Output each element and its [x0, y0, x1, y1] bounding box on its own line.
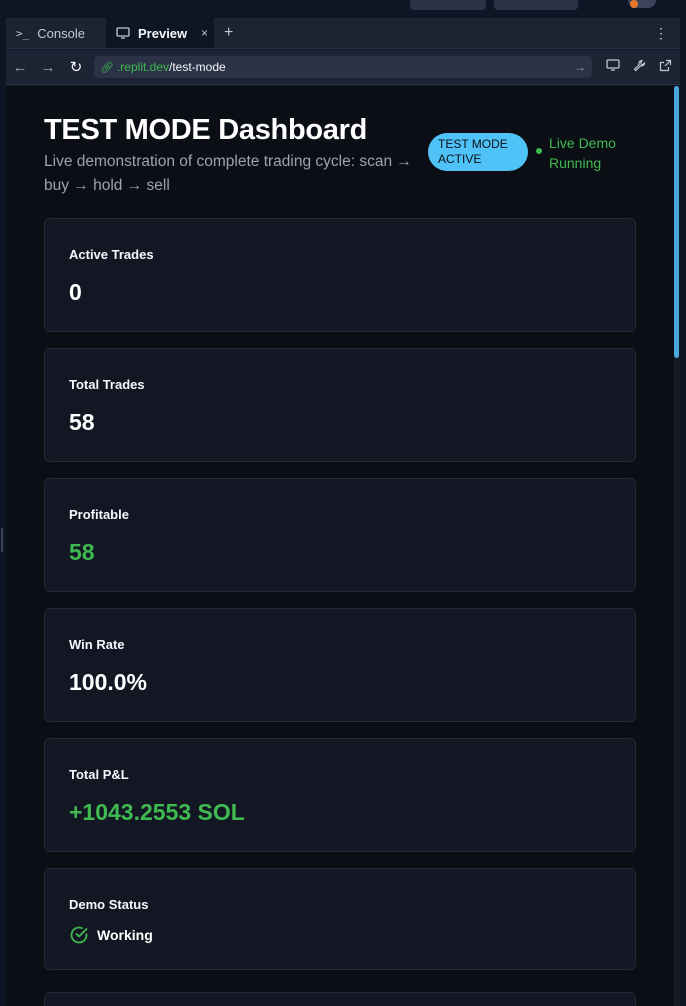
stat-card-partial [44, 992, 636, 1006]
forward-arrow-icon[interactable]: → [34, 59, 62, 76]
url-path: /test-mode [169, 60, 226, 74]
stat-card-profitable: Profitable 58 [44, 478, 636, 592]
top-toolbar-strip [0, 0, 686, 18]
live-status-dot [536, 148, 542, 154]
device-preview-icon[interactable] [600, 59, 626, 75]
open-new-tab-icon[interactable] [652, 59, 678, 75]
reload-icon[interactable]: ↻ [62, 58, 90, 76]
demo-status-text: Working [97, 927, 153, 943]
stat-card-total-trades: Total Trades 58 [44, 348, 636, 462]
preview-address-bar: ← → ↻ 🔗︎ .replit.dev /test-mode → [6, 50, 680, 85]
devtools-wrench-icon[interactable] [626, 59, 652, 75]
pane-tab-bar: >_ Console Preview × + ⋮ [6, 18, 680, 49]
url-host: .replit.dev [116, 60, 169, 74]
stat-label: Demo Status [69, 897, 149, 912]
stat-label: Active Trades [69, 247, 154, 262]
terminal-icon: >_ [16, 26, 30, 40]
check-circle-icon [70, 926, 88, 944]
stat-label: Profitable [69, 507, 129, 522]
url-input[interactable]: 🔗︎ .replit.dev /test-mode → [94, 56, 592, 78]
close-tab-icon[interactable]: × [201, 26, 208, 40]
preview-tools [600, 59, 678, 75]
stat-value: 0 [69, 279, 82, 305]
page-subtitle: Live demonstration of complete trading c… [44, 153, 412, 194]
tab-preview-label: Preview [138, 25, 188, 41]
toolbar-button[interactable] [494, 0, 578, 10]
link-icon: 🔗︎ [100, 61, 114, 74]
tab-console[interactable]: >_ Console [6, 18, 106, 48]
stat-value: 58 [69, 539, 95, 565]
more-options-icon[interactable]: ⋮ [642, 18, 680, 48]
back-arrow-icon[interactable]: ← [6, 59, 34, 76]
go-arrow-icon[interactable]: → [574, 60, 586, 74]
notification-dot [630, 0, 638, 8]
stat-value: 100.0% [69, 669, 148, 695]
stat-label: Total P&L [69, 767, 129, 782]
toolbar-button[interactable] [410, 0, 486, 10]
test-mode-badge: TEST MODE ACTIVE [428, 133, 528, 171]
preview-viewport: TEST MODE Dashboard Live demonstration o… [6, 86, 674, 1006]
stat-card-win-rate: Win Rate 100.0% [44, 608, 636, 722]
monitor-icon [116, 27, 130, 39]
scrollbar-thumb[interactable] [674, 86, 679, 358]
demo-status-row: Working [69, 925, 153, 945]
stat-card-demo-status: Demo Status Working [44, 868, 636, 970]
resize-handle[interactable] [1, 528, 3, 552]
tab-preview[interactable]: Preview × [106, 18, 214, 48]
add-tab-button[interactable]: + [214, 18, 243, 48]
stat-value: +1043.2553 SOL [69, 799, 245, 825]
right-panel-edge [680, 18, 686, 1006]
live-status-text: Live Demo Running [549, 135, 616, 171]
stat-card-active-trades: Active Trades 0 [44, 218, 636, 332]
stat-value: 58 [69, 409, 95, 435]
stat-card-total-pnl: Total P&L +1043.2553 SOL [44, 738, 636, 852]
tab-console-label: Console [37, 25, 85, 41]
stat-label: Total Trades [69, 377, 145, 392]
stat-label: Win Rate [69, 637, 125, 652]
